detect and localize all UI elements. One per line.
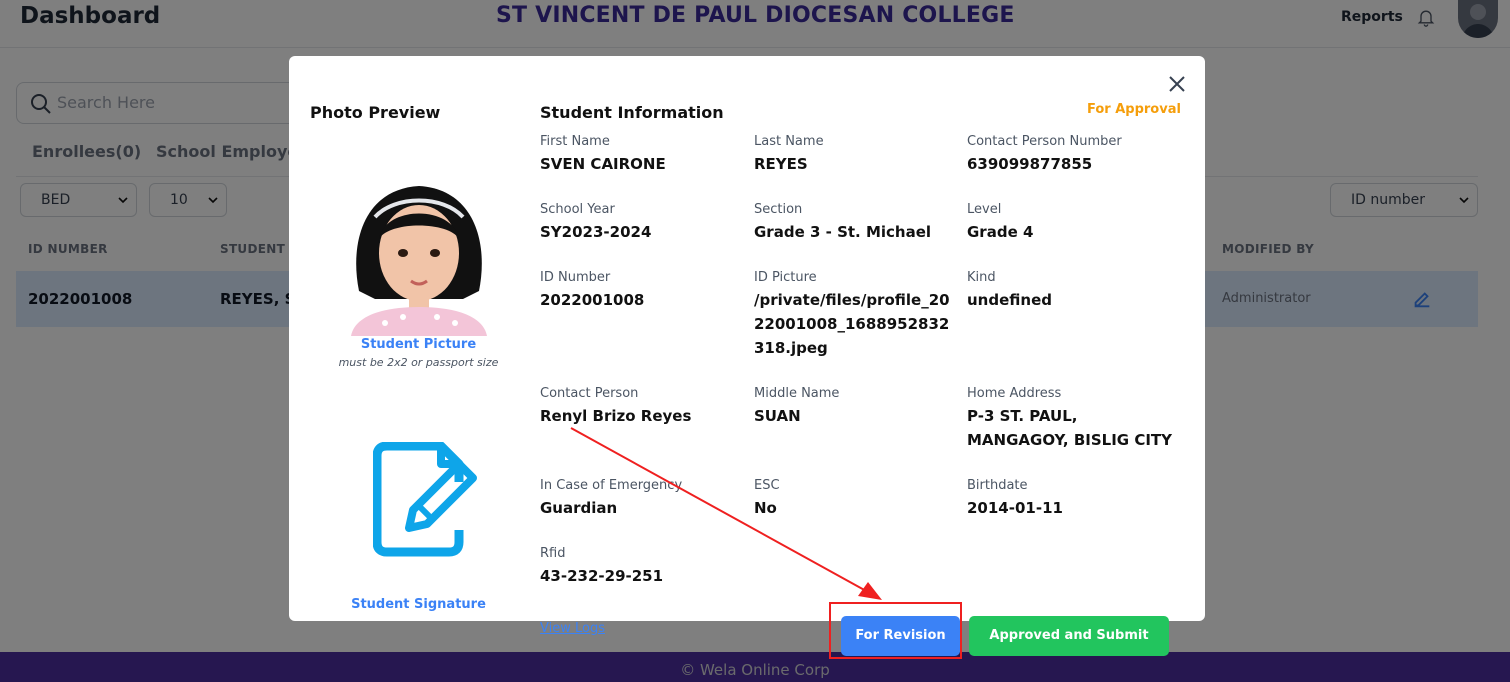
student-info-modal: Photo Preview Student Picture must be 2x… [289,56,1205,621]
emergency-value: Guardian [540,499,618,517]
id-number-value: 2022001008 [540,291,645,309]
esc-value: No [754,499,777,517]
photo-preview-title: Photo Preview [310,103,441,122]
home-address-label: Home Address [967,386,1062,401]
home-address-value: P-3 ST. PAUL, MANGAGOY, BISLIG CITY [967,407,1173,449]
birthdate-value: 2014-01-11 [967,499,1063,517]
first-name-label: First Name [540,134,610,149]
id-number-label: ID Number [540,270,611,285]
first-name-value: SVEN CAIRONE [540,155,666,173]
student-picture-note: must be 2x2 or passport size [338,356,499,369]
level-value: Grade 4 [967,223,1034,241]
school-year-label: School Year [540,202,615,217]
emergency-label: In Case of Emergency [540,478,683,493]
id-picture-value: /private/files/profile_2022001008_168895… [754,291,950,357]
annotation-highlight-box [829,602,962,659]
student-signature-label[interactable]: Student Signature [289,597,548,612]
contact-person-value: Renyl Brizo Reyes [540,407,692,425]
contact-person-label: Contact Person [540,386,639,401]
student-photo [345,181,493,336]
status-badge: For Approval [1087,102,1181,117]
signature-icon[interactable] [373,442,479,558]
esc-label: ESC [754,478,780,493]
section-label: Section [754,202,803,217]
middle-name-label: Middle Name [754,386,840,401]
id-picture-label: ID Picture [754,270,817,285]
last-name-label: Last Name [754,134,824,149]
view-logs-link[interactable]: View Logs [540,621,605,636]
close-icon[interactable] [1167,74,1187,94]
contact-person-number-value: 639099877855 [967,155,1093,173]
last-name-value: REYES [754,155,808,173]
rfid-label: Rfid [540,546,566,561]
contact-person-number-label: Contact Person Number [967,134,1122,149]
approve-and-submit-button[interactable]: Approved and Submit [969,616,1169,656]
section-value: Grade 3 - St. Michael [754,223,932,241]
school-year-value: SY2023-2024 [540,223,652,241]
student-picture-label[interactable]: Student Picture [289,337,548,352]
middle-name-value: SUAN [754,407,801,425]
kind-value: undefined [967,291,1052,309]
level-label: Level [967,202,1002,217]
birthdate-label: Birthdate [967,478,1028,493]
rfid-value: 43-232-29-251 [540,567,664,585]
student-info-title: Student Information [540,103,724,122]
kind-label: Kind [967,270,996,285]
